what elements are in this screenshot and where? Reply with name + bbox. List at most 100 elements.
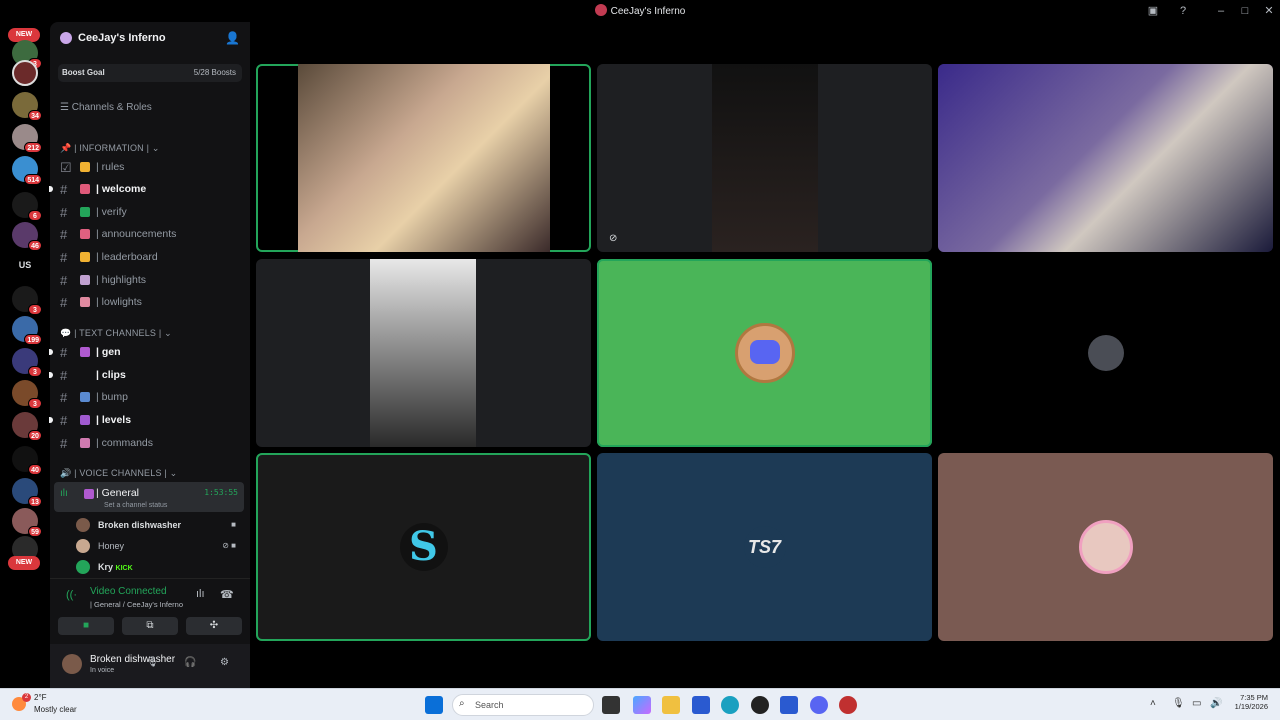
channel-bump[interactable]: # | bump <box>54 387 244 407</box>
server-icon[interactable]: 514 <box>12 156 42 185</box>
settings-gear-icon[interactable]: ⚙ <box>220 657 229 668</box>
server-us-label[interactable]: US <box>12 260 38 270</box>
search-placeholder: Search <box>475 700 504 710</box>
file-explorer-icon[interactable] <box>662 696 680 714</box>
boost-count: 5/28 Boosts <box>193 68 236 77</box>
server-icon[interactable]: 20 <box>12 412 42 441</box>
channel-label: | bump <box>96 391 128 403</box>
server-icon[interactable]: 13 <box>12 478 42 507</box>
video-tile[interactable] <box>938 453 1273 641</box>
app-icon[interactable] <box>839 696 857 714</box>
inbox-icon[interactable]: ▣ <box>1145 3 1161 19</box>
taskbar-search[interactable]: ⌕ Search <box>452 694 594 716</box>
voice-member[interactable]: Kry KICK <box>76 557 242 577</box>
server-icon[interactable] <box>12 60 38 86</box>
edge-icon[interactable] <box>721 696 739 714</box>
channel-levels[interactable]: # | levels <box>49 410 244 430</box>
unread-indicator <box>49 186 53 192</box>
channel-highlights[interactable]: # | highlights <box>54 270 244 290</box>
server-icon[interactable]: 46 <box>12 222 42 251</box>
voice-member[interactable]: Broken dishwasher ■ <box>76 515 242 535</box>
channel-welcome[interactable]: # | welcome <box>49 179 244 199</box>
video-tile[interactable]: S <box>256 453 591 641</box>
server-icon[interactable]: 59 <box>12 508 42 537</box>
video-tile[interactable] <box>597 259 932 447</box>
avatar[interactable] <box>62 654 82 674</box>
connection-status[interactable]: Video Connected <box>90 586 167 597</box>
invite-people-icon[interactable]: 👤 <box>225 31 240 45</box>
server-name[interactable]: CeeJay's Inferno <box>78 32 166 44</box>
channel-clips[interactable]: # | clips <box>49 365 244 385</box>
mention-badge: 20 <box>28 430 42 441</box>
close-button[interactable]: ✕ <box>1261 3 1277 19</box>
video-tile[interactable]: TS7 <box>597 453 932 641</box>
signal-icon[interactable]: ((· <box>66 589 77 601</box>
weather-condition: Mostly clear <box>34 705 77 714</box>
hash-icon: # <box>60 227 68 242</box>
server-icon[interactable]: 6 <box>12 192 42 221</box>
copilot-icon[interactable] <box>633 696 651 714</box>
noise-suppression-icon[interactable]: ılı <box>196 588 205 600</box>
server-icon[interactable]: 34 <box>12 92 42 121</box>
app-icon[interactable] <box>780 696 798 714</box>
muted-video-icon: ⊘ ■ <box>222 541 236 550</box>
channel-label: | rules <box>96 161 125 173</box>
voice-channel-general[interactable]: ılı | General 1:53:55 Set a channel stat… <box>54 482 244 512</box>
boost-goal-bar[interactable]: Boost Goal 5/28 Boosts <box>58 64 242 82</box>
hash-icon: # <box>60 182 68 197</box>
channel-announcements[interactable]: # | announcements <box>54 224 244 244</box>
channels-roles-link[interactable]: ☰ Channels & Roles <box>60 102 152 113</box>
disconnect-icon[interactable]: ☎ <box>220 588 234 601</box>
alienware-icon[interactable] <box>751 696 769 714</box>
server-icon[interactable]: 40 <box>12 446 42 475</box>
windows-start-icon[interactable] <box>425 696 443 714</box>
headphones-icon[interactable]: 🎧 <box>184 657 196 668</box>
mention-badge: 46 <box>28 240 42 251</box>
category-text-channels[interactable]: 💬 | TEXT CHANNELS | ⌄ <box>60 328 172 339</box>
channel-verify[interactable]: # | verify <box>54 202 244 222</box>
display-tray-icon[interactable]: ▭ <box>1192 698 1201 709</box>
help-icon[interactable]: ? <box>1175 3 1191 19</box>
activities-button[interactable]: ✣ <box>186 617 242 635</box>
camera-button[interactable]: ■ <box>58 617 114 635</box>
system-clock[interactable]: 7:35 PM 1/19/2026 <box>1228 693 1268 711</box>
channel-commands[interactable]: # | commands <box>54 433 244 453</box>
channel-gen[interactable]: # | gen <box>49 342 244 362</box>
video-tile[interactable] <box>256 259 591 447</box>
chevron-up-icon[interactable]: ˄ <box>1150 698 1156 709</box>
video-tile[interactable]: ⊘ <box>597 64 932 252</box>
store-icon[interactable] <box>692 696 710 714</box>
volume-icon[interactable]: 🔊 <box>1210 698 1222 709</box>
channel-leaderboard[interactable]: # | leaderboard <box>54 247 244 267</box>
server-icon[interactable]: 199 <box>12 316 42 345</box>
user-status: In voice <box>90 667 115 674</box>
video-tile[interactable] <box>938 64 1273 252</box>
mention-badge: 6 <box>28 210 42 221</box>
connection-channel[interactable]: | General / CeeJay's Inferno <box>90 600 183 609</box>
server-icon[interactable]: 3 <box>12 286 42 315</box>
hash-icon: # <box>60 436 68 451</box>
channel-lowlights[interactable]: # | lowlights <box>54 292 244 312</box>
video-tile[interactable] <box>256 64 591 252</box>
maximize-button[interactable]: □ <box>1237 3 1253 19</box>
category-information[interactable]: 📌 | INFORMATION | ⌄ <box>60 143 160 154</box>
server-icon[interactable]: 212 <box>12 124 42 153</box>
minimize-button[interactable]: – <box>1213 3 1229 19</box>
unread-indicator <box>49 417 53 423</box>
video-tile[interactable] <box>938 259 1273 447</box>
category-voice-channels[interactable]: 🔊 | VOICE CHANNELS | ⌄ <box>60 468 177 479</box>
task-view-icon[interactable] <box>602 696 620 714</box>
server-icon[interactable]: 3 <box>12 380 42 409</box>
user-name[interactable]: Broken dishwasher <box>90 654 175 665</box>
discord-taskbar-icon[interactable] <box>810 696 828 714</box>
channel-rules[interactable]: ☑ | rules <box>54 157 244 177</box>
avatar <box>734 323 795 383</box>
server-icon[interactable]: 3 <box>12 348 42 377</box>
voice-member[interactable]: Honey ⊘ ■ <box>76 536 242 556</box>
server-header[interactable]: CeeJay's Inferno 👤 <box>50 22 250 56</box>
screen-share-button[interactable]: ⧉ <box>122 617 178 635</box>
microphone-tray-icon[interactable]: 🎙 <box>1172 698 1185 709</box>
new-pill[interactable]: NEW <box>8 556 40 570</box>
channel-status-placeholder[interactable]: Set a channel status <box>104 502 167 509</box>
microphone-icon[interactable]: 🎙 <box>146 657 159 668</box>
